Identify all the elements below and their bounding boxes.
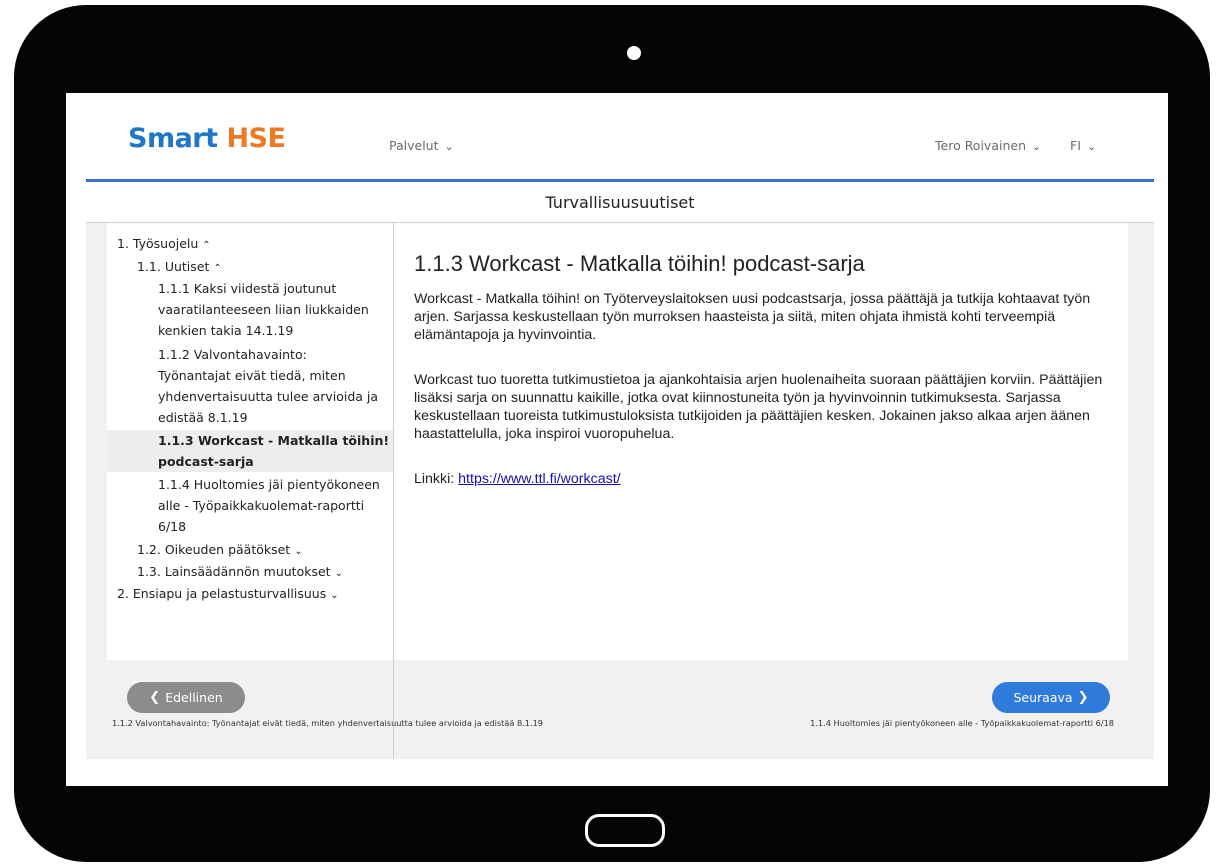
home-button[interactable] — [585, 814, 665, 847]
sidebar-item-article-4[interactable]: 1.1.4 Huoltomies jäi pientyökoneen alle … — [158, 474, 383, 537]
article-paragraph-1: Workcast - Matkalla töihin! on Työtervey… — [414, 291, 1091, 343]
chevron-down-icon: ⌄ — [1032, 140, 1042, 153]
sidebar-item-label: 1. Työsuojelu — [117, 236, 199, 251]
chevron-up-icon: ⌃ — [213, 263, 222, 274]
logo-hse: HSE — [226, 123, 286, 154]
chevron-right-icon: ❯ — [1077, 690, 1089, 705]
article-link-row: Linkki: https://www.ttl.fi/workcast/ — [414, 471, 621, 487]
sidebar-item-line: edistää 8.1.19 — [158, 410, 248, 425]
language-menu-label: FI — [1070, 138, 1081, 153]
sidebar-item-label: 2. Ensiapu ja pelastusturvallisuus — [117, 586, 327, 601]
services-menu[interactable]: Palvelut ⌄ — [389, 138, 454, 153]
chevron-up-icon: ⌃ — [202, 240, 211, 251]
sidebar-item-line: 1.1.3 Workcast - Matkalla töihin! — [158, 433, 390, 448]
next-button[interactable]: Seuraava ❯ — [992, 682, 1110, 713]
sidebar-item-label: 1.3. Lainsäädännön muutokset — [137, 564, 331, 579]
article-paragraph-2: Workcast tuo tuoretta tutkimustietoa ja … — [414, 372, 1103, 442]
logo[interactable]: Smart HSE — [128, 123, 286, 154]
sidebar-item-line: yhdenvertaisuutta tulee arvioida ja — [158, 389, 379, 404]
user-menu[interactable]: Tero Roivainen ⌄ — [935, 138, 1041, 153]
app-screen: Smart HSE Palvelut ⌄ Tero Roivainen ⌄ FI ⌄ … — [66, 93, 1168, 786]
next-article-caption: 1.1.4 Huoltomies jäi pientyökoneen alle … — [810, 718, 1114, 728]
chevron-down-icon: ⌄ — [334, 568, 343, 579]
article-title: 1.1.3 Workcast - Matkalla töihin! podcas… — [414, 251, 865, 276]
chevron-down-icon: ⌄ — [444, 140, 454, 153]
previous-article-caption: 1.1.2 Valvontahavainto: Työnantajat eivä… — [112, 718, 544, 728]
page-title: Turvallisuusuutiset — [86, 184, 1154, 223]
sidebar-nav: 1. Työsuojelu ⌃ 1.1. Uutiset ⌃ 1.1.1 Kaksi… — [107, 223, 394, 660]
sidebar-item-line: kenkien takia 14.1.19 — [158, 323, 294, 338]
next-button-label: Seuraava — [1013, 690, 1073, 705]
sidebar-item-line: podcast-sarja — [158, 454, 254, 469]
sidebar-item-line: Työnantajat eivät tiedä, miten — [158, 368, 346, 383]
logo-smart: Smart — [128, 123, 218, 154]
sidebar-item-line: 1.1.4 Huoltomies jäi pientyökoneen — [158, 477, 380, 492]
sidebar-item-oikeuden-paatokset[interactable]: 1.2. Oikeuden päätökset ⌄ — [137, 539, 303, 562]
camera-dot — [627, 46, 641, 60]
chevron-left-icon: ❮ — [149, 690, 161, 705]
sidebar-item-line: vaaratilanteeseen liian liukkaiden — [158, 302, 369, 317]
sidebar-item-line: 6/18 — [158, 519, 187, 534]
language-menu[interactable]: FI ⌄ — [1070, 138, 1096, 153]
sidebar-item-line: 1.1.1 Kaksi viidestä joutunut — [158, 281, 337, 296]
chevron-down-icon: ⌄ — [330, 590, 339, 601]
services-menu-label: Palvelut — [389, 138, 439, 153]
sidebar-item-article-3[interactable]: 1.1.3 Workcast - Matkalla töihin! podcas… — [107, 430, 393, 472]
sidebar-item-line: 1.1.2 Valvontahavainto: — [158, 347, 307, 362]
sidebar-item-article-2[interactable]: 1.1.2 Valvontahavainto: Työnantajat eivä… — [158, 344, 383, 428]
sidebar-item-ensiapu[interactable]: 2. Ensiapu ja pelastusturvallisuus ⌄ — [117, 583, 339, 606]
sidebar-item-article-1[interactable]: 1.1.1 Kaksi viidestä joutunut vaaratilan… — [158, 278, 383, 341]
workcast-link[interactable]: https://www.ttl.fi/workcast/ — [458, 471, 620, 487]
sidebar-item-uutiset[interactable]: 1.1. Uutiset ⌃ — [137, 256, 222, 279]
sidebar-item-label: 1.2. Oikeuden päätökset — [137, 542, 291, 557]
article-content: 1.1.3 Workcast - Matkalla töihin! podcas… — [394, 223, 1128, 660]
footer-divider — [393, 660, 394, 759]
chevron-down-icon: ⌄ — [294, 546, 303, 557]
article-link-label: Linkki: — [414, 471, 455, 487]
sidebar-item-line: alle - Työpaikkakuolemat-raportti — [158, 498, 365, 513]
previous-button[interactable]: ❮ Edellinen — [127, 682, 245, 713]
user-menu-label: Tero Roivainen — [935, 138, 1026, 153]
sidebar-item-label: 1.1. Uutiset — [137, 259, 210, 274]
header-divider — [86, 179, 1154, 182]
sidebar-item-tyosuojelu[interactable]: 1. Työsuojelu ⌃ — [117, 233, 211, 256]
previous-button-label: Edellinen — [165, 690, 223, 705]
sidebar-item-lainsaadanto[interactable]: 1.3. Lainsäädännön muutokset ⌄ — [137, 561, 343, 584]
chevron-down-icon: ⌄ — [1086, 140, 1097, 153]
